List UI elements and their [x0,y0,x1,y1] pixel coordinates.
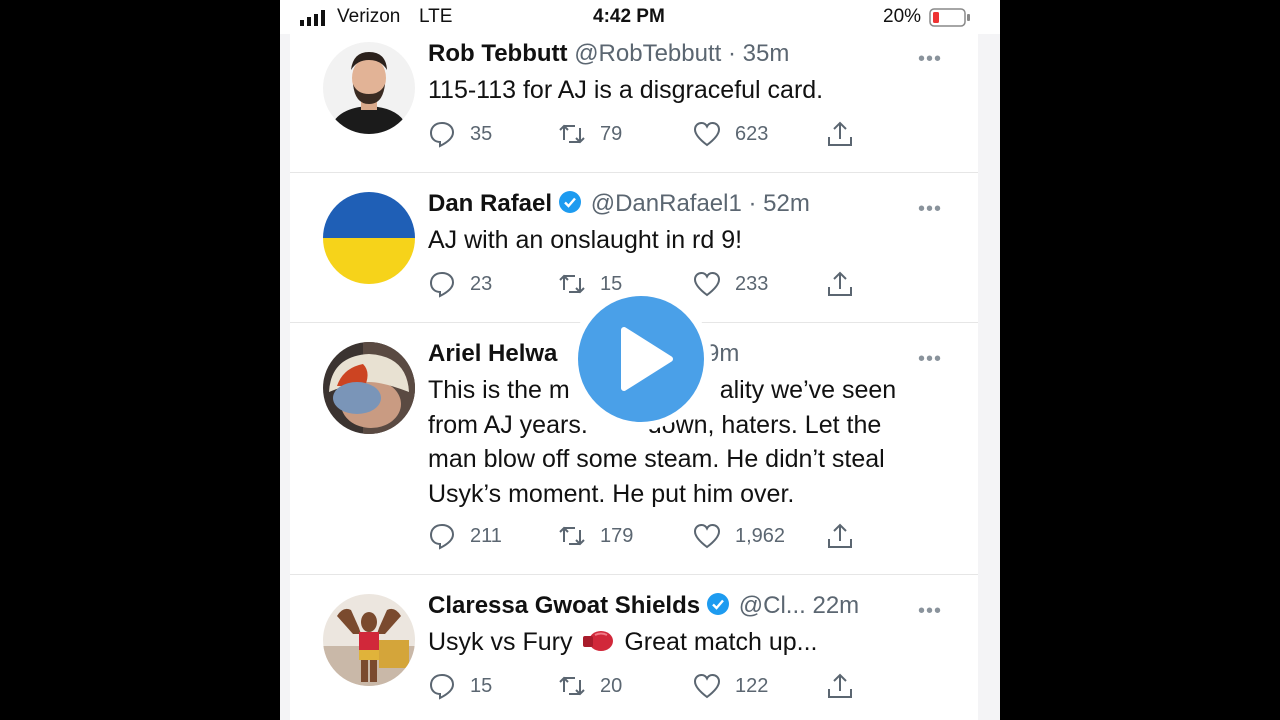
verified-badge-icon [559,191,582,213]
tweet-text: 115-113 for AJ is a disgraceful card. [428,73,958,108]
share-icon [828,523,852,548]
author-name[interactable]: Dan Rafael [428,190,552,217]
like-button[interactable]: 233 [693,270,768,298]
like-button[interactable]: 122 [693,672,768,700]
status-bar: Verizon LTE 4:42 PM 20% [280,0,1000,34]
more-icon[interactable]: ••• [918,48,942,71]
avatar-boxer[interactable] [323,594,415,686]
tweet-line: AJ with an onslaught in rd 9! [428,226,743,254]
tweet[interactable]: Rob Tebbutt @RobTebbutt · 35m ••• 115-11… [290,34,978,172]
tweet-text: AJ with an onslaught in rd 9! [428,223,958,258]
retweet-count: 20 [600,674,623,697]
ukraine-flag-avatar[interactable] [323,192,415,284]
reply-button[interactable]: 211 [428,522,502,550]
share-button[interactable] [826,120,854,148]
retweet-count: 179 [600,524,634,547]
carrier-label: Verizon [337,6,401,27]
play-icon [578,296,704,422]
retweet-button[interactable]: 179 [558,522,633,550]
reply-button[interactable]: 15 [428,672,492,700]
phone-screen: Verizon LTE 4:42 PM 20% Rob Tebbutt @Rob… [280,0,1000,720]
author-handle[interactable]: @Cl... [739,592,806,619]
share-button[interactable] [826,522,854,550]
battery-percent: 20% [883,6,922,27]
tweet-time[interactable]: · 35m [728,40,789,67]
retweet-icon [559,526,585,546]
author-handle[interactable]: @DanRafael1 [591,190,742,217]
like-button[interactable]: 623 [693,120,768,148]
tweet-line: man blow off some steam. He didn’t steal [428,445,885,473]
retweet-button[interactable]: 20 [558,672,622,700]
boxing-glove-icon [583,631,614,651]
heart-icon [693,673,721,699]
share-button[interactable] [826,672,854,700]
retweet-button[interactable]: 79 [558,120,622,148]
reply-button[interactable]: 35 [428,120,492,148]
reply-icon [429,673,455,700]
author-name[interactable]: Rob Tebbutt [428,40,568,67]
tweet-time[interactable]: 22m [812,592,859,619]
like-button[interactable]: 1,962 [693,522,785,550]
share-icon [828,271,852,296]
like-count: 623 [735,122,769,145]
retweet-icon [559,676,585,696]
like-count: 122 [735,674,769,697]
tweet-actions: 211 179 1,962 [428,522,868,552]
heart-icon [693,121,721,147]
more-icon[interactable]: ••• [918,348,942,371]
reply-icon [429,121,455,148]
share-icon [828,673,852,698]
divider [290,574,978,575]
tweet-time[interactable]: · 52m [749,190,810,217]
clock: 4:42 PM [593,6,665,27]
reply-icon [429,271,455,298]
tweet-line: 115-113 for AJ is a disgraceful card. [428,76,824,104]
tweet-text: Usyk vs Fury Great match up... [428,625,958,660]
reply-count: 35 [470,122,493,145]
retweet-icon [559,274,585,294]
reply-button[interactable]: 23 [428,270,492,298]
author-name[interactable]: Claressa Gwoat Shields [428,592,700,619]
reply-count: 23 [470,272,493,295]
reply-count: 15 [470,674,493,697]
like-count: 233 [735,272,769,295]
tweet-line: Usyk vs Fury Great match up... [428,628,818,656]
more-icon[interactable]: ••• [918,600,942,623]
author-name[interactable]: Ariel Helwa [428,340,557,367]
more-icon[interactable]: ••• [918,198,942,221]
tweet-actions: 35 79 623 [428,120,868,150]
retweet-icon [559,124,585,144]
divider [290,172,978,173]
tweet[interactable]: Claressa Gwoat Shields @Cl... 22m ••• Us… [290,586,978,720]
avatar-man-beard[interactable] [323,42,415,134]
share-icon [828,121,852,146]
network-label: LTE [419,6,453,27]
verified-badge-icon [707,593,730,615]
share-button[interactable] [826,270,854,298]
reply-icon [429,523,455,550]
retweet-count: 79 [600,122,623,145]
tweet-actions: 15 20 122 [428,672,868,702]
avatar-man-cap[interactable] [323,342,415,434]
heart-icon [693,271,721,297]
reply-count: 211 [470,524,502,547]
tweet-line: Usyk’s moment. He put him over. [428,479,795,508]
like-count: 1,962 [735,524,786,547]
author-handle[interactable]: @RobTebbutt [574,40,721,67]
signal-icon [300,10,325,26]
heart-icon [693,523,721,549]
play-button[interactable] [570,288,712,430]
battery-icon [929,8,970,27]
